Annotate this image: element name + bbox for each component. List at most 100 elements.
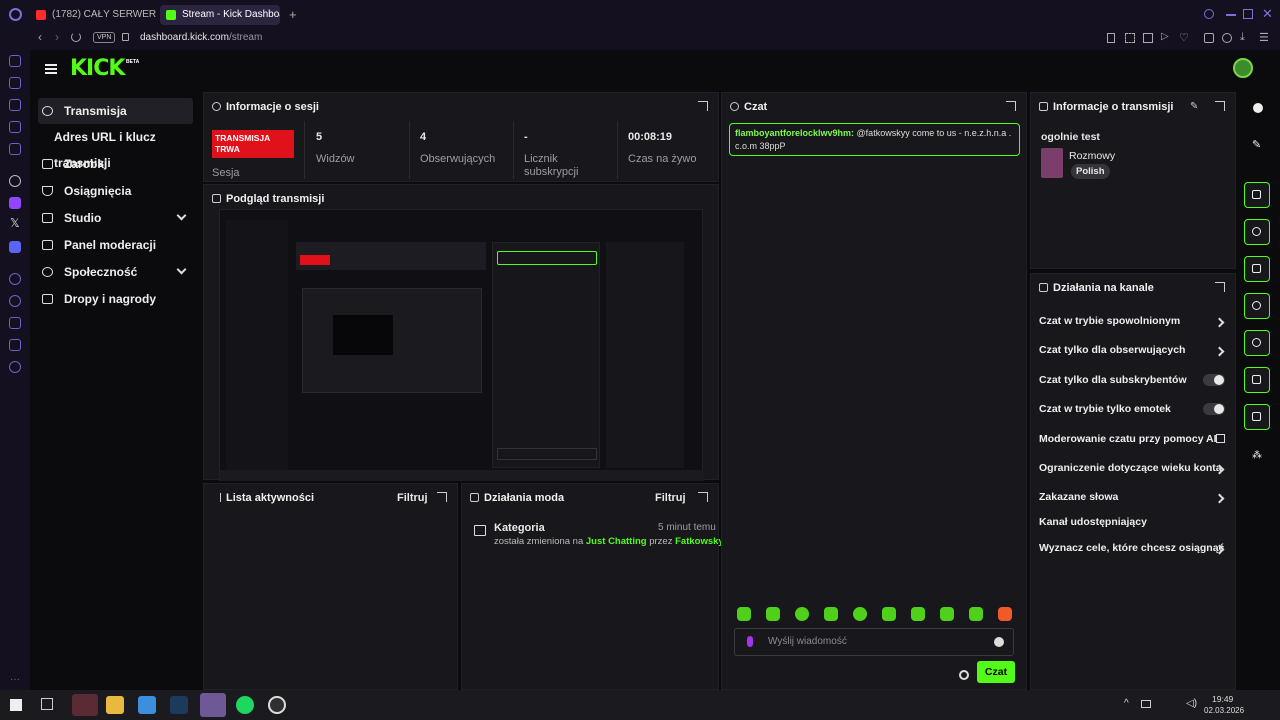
nav-item-dropy[interactable]: Dropy i nagrody (38, 286, 193, 312)
popout-icon[interactable] (698, 101, 708, 111)
heart-icon[interactable]: ♡ (1179, 31, 1189, 44)
instagram-icon[interactable] (9, 121, 21, 133)
mod-entry-category[interactable]: Just Chatting (586, 536, 647, 547)
filter-button[interactable]: Filtruj (397, 492, 428, 504)
emote-icon[interactable] (766, 607, 780, 621)
taskbar-time[interactable]: 19:49 (1212, 694, 1233, 704)
extensions-sidebar-icon[interactable] (9, 339, 21, 351)
pin-icon[interactable] (1107, 33, 1115, 43)
popout-icon[interactable] (1006, 101, 1016, 111)
emote-icon[interactable] (882, 607, 896, 621)
action-followers-only[interactable]: Czat tylko dla obserwujących (1039, 344, 1229, 360)
nav-item-zarobki[interactable]: Zarobki (38, 151, 193, 177)
messenger-icon[interactable] (9, 55, 21, 67)
chevron-down-icon[interactable] (176, 210, 187, 221)
info-icon[interactable] (1253, 103, 1263, 113)
screen-icon[interactable] (1143, 33, 1153, 43)
search-tabs-icon[interactable] (1204, 9, 1214, 19)
hamburger-menu-icon[interactable] (45, 64, 57, 74)
reload-icon[interactable] (71, 32, 81, 42)
popout-icon[interactable] (437, 492, 447, 502)
m-icon[interactable] (9, 143, 21, 155)
browser-tab-youtube[interactable]: (1782) CAŁY SERWER VS P (30, 5, 158, 25)
stream-preview-video[interactable] (219, 209, 704, 481)
player-icon[interactable] (9, 273, 21, 285)
emote-icon[interactable] (911, 607, 925, 621)
nav-item-spolecznosc[interactable]: Społeczność (38, 259, 193, 285)
settings-icon[interactable] (9, 361, 21, 373)
bag-icon[interactable] (9, 99, 21, 111)
obs-icon[interactable] (268, 696, 286, 714)
emote-icon[interactable] (737, 607, 751, 621)
chatgpt-icon[interactable] (9, 175, 21, 187)
action-sharing-channel[interactable]: Kanał udostępniający (1039, 516, 1229, 532)
share-icon[interactable] (1222, 33, 1232, 43)
nav-item-stream-key[interactable]: Adres URL i klucz transmisji (38, 124, 193, 170)
new-tab-button[interactable]: + (289, 7, 297, 22)
vpn-badge[interactable]: VPN (93, 32, 116, 43)
edit-icon[interactable]: ✎ (1190, 101, 1198, 112)
task-view-icon[interactable] (41, 698, 53, 710)
play-icon[interactable]: ▷ (1161, 31, 1169, 42)
subscribers-only-toggle[interactable] (1203, 374, 1225, 386)
network-icon[interactable] (1141, 700, 1151, 708)
browser-tab-kick[interactable]: Stream - Kick Dashboard (160, 5, 280, 25)
maximize-icon[interactable] (1243, 9, 1253, 19)
steam-icon[interactable] (170, 696, 188, 714)
rail-broadcast-button[interactable] (1244, 330, 1270, 356)
opera-taskbar-icon[interactable] (72, 694, 98, 716)
action-emote-only[interactable]: Czat w trybie tylko emotek (1039, 403, 1229, 419)
rail-wrench-button[interactable] (1244, 404, 1270, 430)
twitch-icon[interactable] (9, 197, 21, 209)
snapshot-icon[interactable] (1125, 33, 1135, 43)
discord-icon[interactable] (9, 241, 21, 253)
back-icon[interactable]: ‹ (38, 30, 42, 44)
action-account-age[interactable]: Ograniczenie dotyczące wieku konta (1039, 462, 1229, 478)
action-ai-moderation[interactable]: Moderowanie czatu przy pomocy AI (1039, 433, 1229, 449)
nav-item-transmisja[interactable]: Transmisja (38, 98, 193, 124)
popout-icon[interactable] (1215, 282, 1225, 292)
popout-icon[interactable] (698, 492, 708, 502)
rail-chat-button[interactable] (1244, 293, 1270, 319)
emote-only-toggle[interactable] (1203, 403, 1225, 415)
opera-logo-icon[interactable] (9, 8, 22, 21)
rail-notes-button[interactable] (1244, 256, 1270, 282)
nav-item-studio[interactable]: Studio (38, 205, 193, 231)
action-slow-mode[interactable]: Czat w trybie spowolnionym (1039, 315, 1229, 331)
chat-username[interactable]: flamboyantforelocklwv9hm: (735, 128, 854, 138)
download-icon[interactable]: ⤓ (1240, 31, 1245, 44)
history-icon[interactable] (9, 295, 21, 307)
minimize-icon[interactable] (1226, 14, 1236, 16)
action-subscribers-only[interactable]: Czat tylko dla subskrybentów (1039, 374, 1229, 390)
external-link-icon[interactable] (1216, 434, 1225, 443)
more-icon[interactable]: ··· (10, 674, 20, 685)
action-goals[interactable]: Wyznacz cele, które chcesz osiągnąć (1039, 542, 1229, 558)
apps-icon[interactable]: ⁂ (1252, 450, 1262, 461)
chat-send-button[interactable]: Czat (977, 661, 1015, 683)
nav-item-osiagniecia[interactable]: Osiągnięcia (38, 178, 193, 204)
store-icon[interactable] (138, 696, 156, 714)
mail-icon[interactable] (9, 77, 21, 89)
taskbar-date[interactable]: 02.03.2026 (1204, 706, 1244, 715)
chat-input[interactable]: Wyślij wiadomość (734, 628, 1014, 656)
kick-logo[interactable]: KICK (70, 56, 125, 81)
pencil-icon[interactable]: ✎ (1252, 138, 1261, 151)
spotify-icon[interactable] (236, 696, 254, 714)
chat-message[interactable]: flamboyantforelocklwv9hm: @fatkowskyy co… (729, 123, 1020, 156)
chevron-down-icon[interactable] (176, 264, 187, 275)
emote-icon[interactable] (969, 607, 983, 621)
x-icon[interactable]: 𝕏 (10, 216, 20, 230)
url-input[interactable]: dashboard.kick.com/stream (140, 32, 262, 43)
emoji-icon[interactable] (994, 637, 1004, 647)
forward-icon[interactable]: › (55, 30, 59, 44)
popout-icon[interactable] (1215, 101, 1225, 111)
close-window-icon[interactable]: ✕ (1262, 6, 1273, 22)
rail-actions-button[interactable] (1244, 367, 1270, 393)
windows-start-icon[interactable] (10, 699, 22, 711)
category-name[interactable]: Rozmowy (1069, 150, 1115, 162)
rail-camera-button[interactable] (1244, 182, 1270, 208)
menu-icon[interactable]: ☰ (1259, 31, 1269, 44)
emote-icon[interactable] (853, 607, 867, 621)
mic-icon[interactable] (747, 636, 753, 647)
user-avatar[interactable] (1233, 58, 1253, 78)
